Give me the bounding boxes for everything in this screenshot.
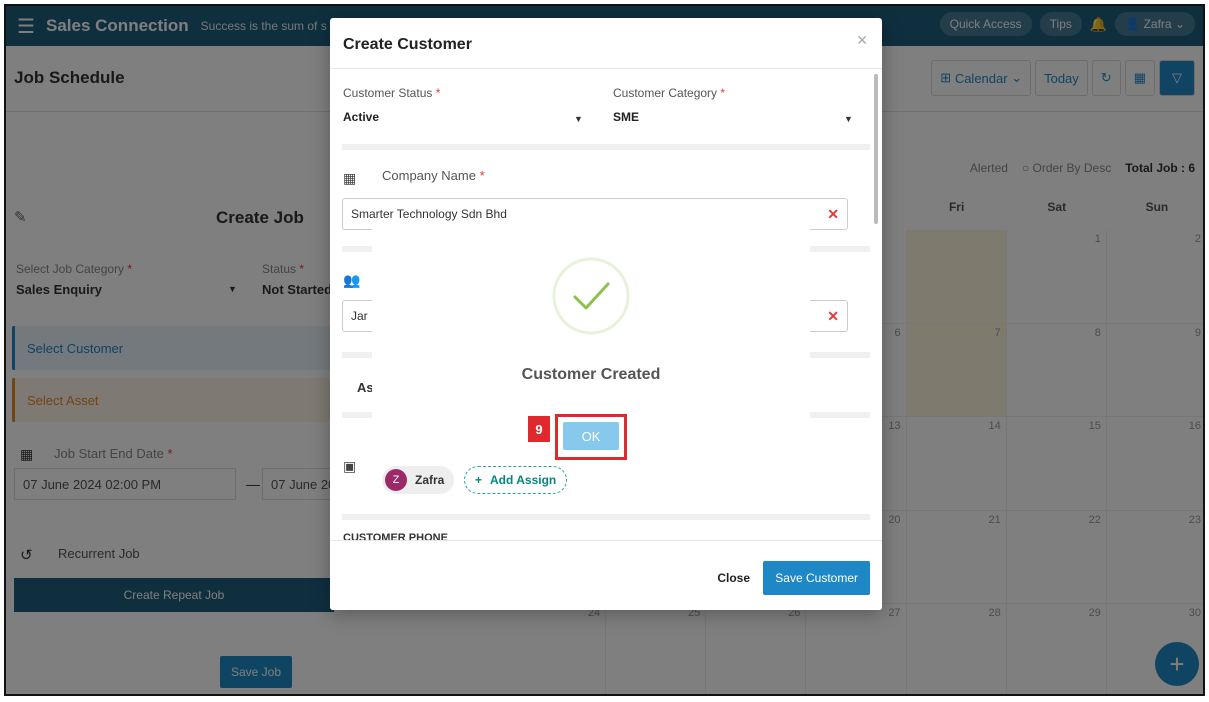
clear-icon[interactable]: ✕ <box>827 206 839 223</box>
modal-scrollbar[interactable] <box>874 74 878 224</box>
customer-category-label: Customer Category * <box>613 86 726 100</box>
clear-icon[interactable]: ✕ <box>827 308 839 325</box>
app-window: ☰ Sales Connection Success is the sum of… <box>4 4 1205 696</box>
check-circle-icon <box>552 257 630 335</box>
company-name-label-text: Company Name <box>382 168 476 183</box>
chevron-down-icon: ▼ <box>844 114 853 124</box>
modal-title: Create Customer <box>343 36 472 53</box>
success-message: Customer Created <box>521 366 661 383</box>
modal-footer: Close Save Customer <box>330 540 882 610</box>
add-assign-button[interactable]: + Add Assign <box>464 466 568 494</box>
step-badge: 9 <box>528 416 550 442</box>
divider <box>330 68 882 69</box>
contact-value: Jar <box>351 309 368 323</box>
section-divider <box>342 144 870 150</box>
company-name-label: Company Name * <box>382 168 485 183</box>
assignee-name: Zafra <box>415 473 445 487</box>
customer-status-label: Customer Status * <box>343 86 441 100</box>
company-name-value: Smarter Technology Sdn Bhd <box>351 207 507 221</box>
save-customer-button[interactable]: Save Customer <box>763 561 870 595</box>
customer-status-label-text: Customer Status <box>343 86 433 100</box>
close-icon[interactable]: ✕ <box>856 32 868 49</box>
plus-icon: + <box>475 473 483 487</box>
avatar: Z <box>385 469 407 491</box>
close-button[interactable]: Close <box>717 571 750 585</box>
customer-status-select[interactable]: Active <box>343 110 379 124</box>
customer-category-select[interactable]: SME <box>613 110 639 124</box>
highlight-box <box>555 414 627 460</box>
chevron-down-icon: ▼ <box>574 114 583 124</box>
people-icon: 👥 <box>343 272 361 288</box>
section-divider <box>342 514 870 520</box>
add-assign-label: Add Assign <box>490 473 557 487</box>
assignee-chip[interactable]: Z Zafra <box>382 466 455 494</box>
customer-category-label-text: Customer Category <box>613 86 718 100</box>
building-icon: ▦ <box>343 170 357 186</box>
badge-icon: ▣ <box>343 458 357 474</box>
